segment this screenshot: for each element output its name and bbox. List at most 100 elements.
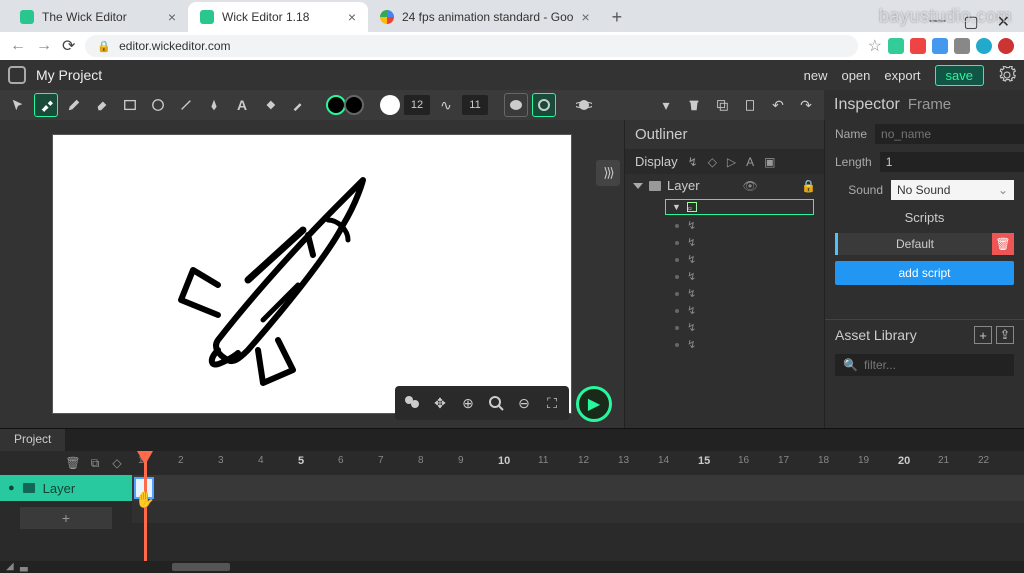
timeline-ruler[interactable]: 12345678910111213141516171819202122 xyxy=(132,451,1024,475)
onion-skin-icon[interactable]: ◢ xyxy=(0,561,20,573)
path-icon[interactable]: ↯ xyxy=(688,155,698,169)
extension-icon[interactable] xyxy=(976,38,992,54)
brush-color-swatch[interactable] xyxy=(380,95,400,115)
scrollbar[interactable] xyxy=(172,563,230,571)
pixel-mode-icon[interactable] xyxy=(532,93,556,117)
timeline-layer-row[interactable]: ● Layer xyxy=(0,475,132,501)
sound-select[interactable]: No Sound⌄ xyxy=(891,180,1014,200)
layer-row[interactable]: Layer 👁 🔒 xyxy=(625,174,824,197)
planet-icon[interactable] xyxy=(572,93,596,117)
add-asset-icon[interactable]: + xyxy=(974,326,992,344)
trash-icon[interactable]: 🗑 xyxy=(64,454,82,472)
path-item[interactable]: ↯ xyxy=(625,217,824,234)
zoom-out-icon[interactable]: ⊖ xyxy=(511,390,537,416)
line-tool-icon[interactable] xyxy=(174,93,198,117)
name-input[interactable] xyxy=(875,124,1024,144)
zoom-in-icon[interactable]: ⊕ xyxy=(455,390,481,416)
browser-tab[interactable]: 24 fps animation standard - Goo× xyxy=(368,2,602,32)
delete-script-icon[interactable]: 🗑 xyxy=(992,233,1014,255)
vector-mode-icon[interactable] xyxy=(504,93,528,117)
cursor-tool-icon[interactable] xyxy=(6,93,30,117)
path-item[interactable]: ↯ xyxy=(625,319,824,336)
timeline-frames-row[interactable] xyxy=(132,475,1024,501)
star-icon[interactable]: ☆ xyxy=(868,36,882,56)
pencil-tool-icon[interactable] xyxy=(62,93,86,117)
extension-icon[interactable] xyxy=(954,38,970,54)
canvas[interactable] xyxy=(52,134,572,414)
frame-item[interactable]: ▼ ▫ xyxy=(665,199,814,215)
play-button[interactable]: ▶ xyxy=(576,386,612,422)
lock-icon[interactable]: 🔒 xyxy=(801,179,816,193)
path-item[interactable]: ↯ xyxy=(625,285,824,302)
rectangle-tool-icon[interactable] xyxy=(118,93,142,117)
tween-icon[interactable]: ◇ xyxy=(108,454,126,472)
path-item[interactable]: ↯ xyxy=(625,268,824,285)
length-input[interactable] xyxy=(880,152,1024,172)
timeline-tab[interactable]: Project xyxy=(0,429,65,451)
script-item[interactable]: Default 🗑 xyxy=(835,233,1014,255)
playhead[interactable] xyxy=(144,451,147,561)
fill-color-swatch[interactable] xyxy=(326,95,346,115)
eraser-tool-icon[interactable] xyxy=(90,93,114,117)
close-icon[interactable]: × xyxy=(168,9,176,25)
text-tool-icon[interactable]: A xyxy=(230,93,254,117)
url-field[interactable]: 🔒 editor.wickeditor.com xyxy=(85,35,857,57)
browser-tab[interactable]: Wick Editor 1.18× xyxy=(188,2,368,32)
text-icon[interactable]: A xyxy=(746,155,754,169)
add-script-button[interactable]: add script xyxy=(835,261,1014,285)
recenter-icon[interactable] xyxy=(399,390,425,416)
fullscreen-icon[interactable]: ⛶ xyxy=(539,390,565,416)
open-button[interactable]: open xyxy=(841,68,870,83)
extension-icon[interactable] xyxy=(910,38,926,54)
back-icon[interactable]: ← xyxy=(10,37,26,55)
copy-icon[interactable] xyxy=(710,93,734,117)
expand-handle-icon[interactable]: ⟩⟩⟩ xyxy=(596,160,620,186)
path-item[interactable]: ↯ xyxy=(625,336,824,353)
eyedropper-tool-icon[interactable] xyxy=(286,93,310,117)
trash-icon[interactable] xyxy=(682,93,706,117)
undo-icon[interactable]: ↶ xyxy=(766,93,790,117)
ellipse-tool-icon[interactable] xyxy=(146,93,170,117)
extension-icon[interactable] xyxy=(998,38,1014,54)
outliner-title: Outliner xyxy=(625,120,824,149)
waveform-icon[interactable]: ▃ xyxy=(20,561,40,573)
fill-tool-icon[interactable] xyxy=(258,93,282,117)
gear-icon[interactable] xyxy=(998,66,1016,84)
image-icon[interactable]: ▣ xyxy=(764,155,775,169)
eye-icon[interactable]: 👁 xyxy=(743,179,758,193)
path-item[interactable]: ↯ xyxy=(625,302,824,319)
upload-asset-icon[interactable]: ⇪ xyxy=(996,326,1014,344)
extension-icon[interactable] xyxy=(888,38,904,54)
redo-icon[interactable]: ↷ xyxy=(794,93,818,117)
eye-icon[interactable]: ● xyxy=(8,482,15,494)
stroke-width-input[interactable]: 11 xyxy=(462,95,488,115)
add-layer-button[interactable]: + xyxy=(20,507,112,529)
brush-tool-icon[interactable] xyxy=(34,93,58,117)
pan-icon[interactable]: ✥ xyxy=(427,390,453,416)
new-button[interactable]: new xyxy=(804,68,828,83)
brush-size-input[interactable]: 12 xyxy=(404,95,430,115)
close-icon[interactable]: × xyxy=(581,9,589,25)
layer-icon xyxy=(23,483,35,493)
shape-icon[interactable]: ◇ xyxy=(708,155,717,169)
export-button[interactable]: export xyxy=(884,68,920,83)
asset-filter-input[interactable]: 🔍 filter... xyxy=(835,354,1014,376)
new-tab-button[interactable]: + xyxy=(602,3,633,32)
path-item[interactable]: ↯ xyxy=(625,251,824,268)
duplicate-icon[interactable]: ⧉ xyxy=(86,454,104,472)
path-item[interactable]: ↯ xyxy=(625,234,824,251)
smooth-icon[interactable]: ∿ xyxy=(434,93,458,117)
save-button[interactable]: save xyxy=(935,65,984,86)
app-logo-icon[interactable] xyxy=(8,66,26,84)
paste-icon[interactable] xyxy=(738,93,762,117)
chevron-down-icon[interactable]: ▾ xyxy=(654,93,678,117)
stroke-color-swatch[interactable] xyxy=(344,95,364,115)
pen-tool-icon[interactable] xyxy=(202,93,226,117)
browser-tab[interactable]: The Wick Editor× xyxy=(8,2,188,32)
reload-icon[interactable]: ⟳ xyxy=(62,36,75,56)
close-icon[interactable]: × xyxy=(348,9,356,25)
clip-icon[interactable]: ▷ xyxy=(727,155,736,169)
zoom-icon[interactable] xyxy=(483,390,509,416)
timeline-track[interactable]: 12345678910111213141516171819202122 xyxy=(132,451,1024,561)
extension-icon[interactable] xyxy=(932,38,948,54)
